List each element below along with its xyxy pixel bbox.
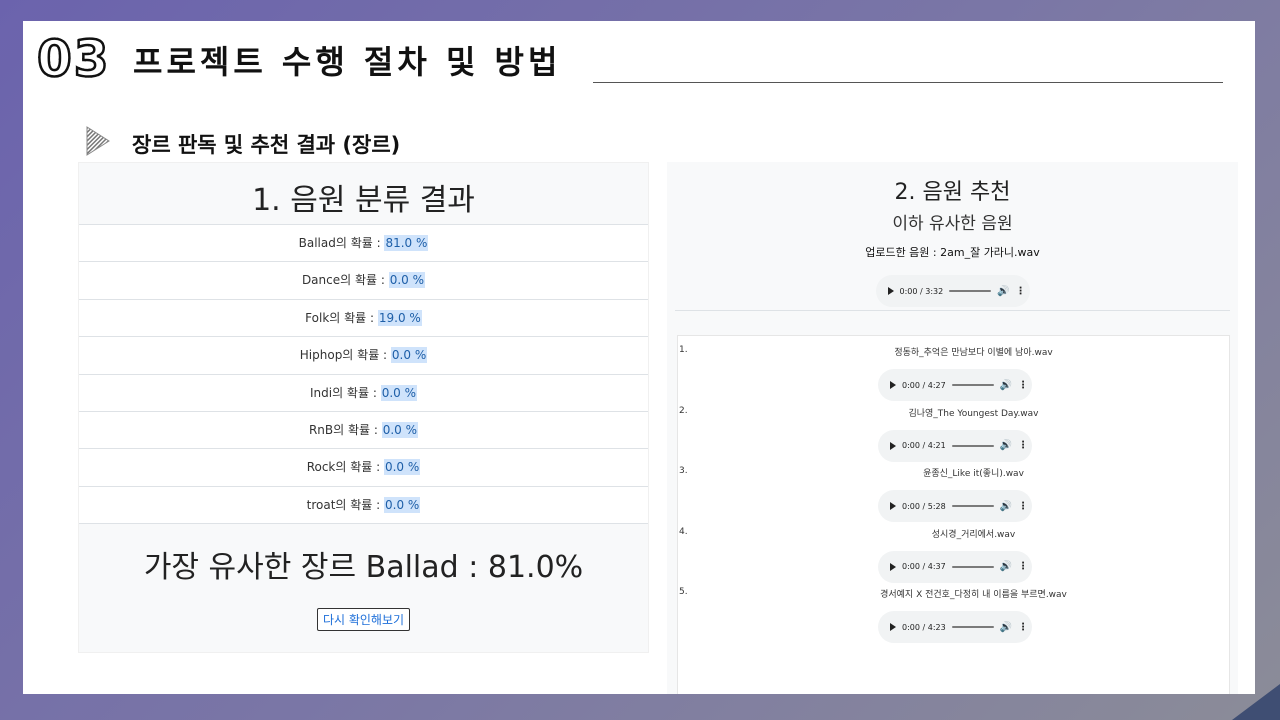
recommendation-panel: 2. 음원 추천 이하 유사한 음원 업로드한 음원 : 2am_잘 가라니.w… bbox=[667, 162, 1238, 694]
audio-time: 0:00 / 5:28 bbox=[902, 501, 946, 511]
recommendation-audio-player[interactable]: 0:00 / 4:27 🔊 ⋮ bbox=[878, 369, 1032, 401]
audio-progress-track[interactable] bbox=[951, 505, 994, 507]
more-options-icon[interactable]: ⋮ bbox=[1016, 286, 1026, 297]
probability-row: Ballad의 확률 : 81.0 % bbox=[79, 225, 648, 263]
probability-value: 81.0 % bbox=[384, 235, 429, 251]
audio-progress-track[interactable] bbox=[951, 384, 994, 386]
probability-row: RnB의 확률 : 0.0 % bbox=[79, 412, 648, 450]
more-options-icon[interactable]: ⋮ bbox=[1018, 561, 1028, 572]
recommendation-audio-player[interactable]: 0:00 / 4:21 🔊 ⋮ bbox=[878, 429, 1032, 462]
classification-header: 1. 음원 분류 결과 bbox=[79, 163, 648, 225]
probability-value: 0.0 % bbox=[390, 347, 428, 364]
recommendation-item: 1. 정동하_추억은 만남보다 이별에 남아.wav 0:00 / 4:27 🔊 ⋮ bbox=[678, 343, 1229, 404]
slide-number: 03 bbox=[36, 30, 111, 89]
audio-time: 0:00 / 4:37 bbox=[902, 562, 946, 571]
probability-label: Ballad의 확률 : bbox=[298, 236, 385, 250]
probability-row: Indi의 확률 : 0.0 % bbox=[79, 375, 648, 412]
volume-icon[interactable]: 🔊 bbox=[1000, 380, 1012, 391]
probability-label: Hiphop의 확률 : bbox=[299, 348, 391, 363]
probability-label: Dance의 확률 : bbox=[301, 273, 389, 288]
probability-row: troat의 확률 : 0.0 % bbox=[79, 487, 648, 525]
recommendation-subtitle: 이하 유사한 음원 bbox=[892, 214, 1013, 234]
recommendation-track-name: 경서예지 X 전건호_다정히 내 이름을 부르면.wav bbox=[880, 590, 1067, 600]
volume-icon[interactable]: 🔊 bbox=[1000, 440, 1012, 451]
play-icon[interactable] bbox=[887, 287, 894, 295]
section-divider bbox=[675, 310, 1230, 311]
recommendation-item: 5. 경서예지 X 전건호_다정히 내 이름을 부르면.wav 0:00 / 4:2… bbox=[678, 585, 1229, 646]
audio-progress-track[interactable] bbox=[951, 444, 994, 447]
probability-row: Rock의 확률 : 0.0 % bbox=[79, 449, 648, 487]
retry-button[interactable]: 다시 확인해보기 bbox=[316, 608, 411, 632]
slide-title: 프로젝트 수행 절차 및 방법 bbox=[133, 43, 562, 81]
recommendation-audio-player[interactable]: 0:00 / 4:37 🔊 ⋮ bbox=[878, 550, 1032, 583]
probability-value: 0.0 % bbox=[388, 272, 426, 289]
recommendation-item: 4. 성시경_거리에서.wav 0:00 / 4:37 🔊 ⋮ bbox=[678, 525, 1229, 586]
audio-time: 0:00 / 3:32 bbox=[899, 286, 944, 296]
audio-progress-track[interactable] bbox=[951, 565, 994, 568]
recommendation-track-name: 정동하_추억은 만남보다 이별에 남아.wav bbox=[894, 348, 1053, 358]
audio-time: 0:00 / 4:27 bbox=[902, 380, 946, 390]
probability-label: troat의 확률 : bbox=[306, 497, 385, 512]
recommendation-audio-player[interactable]: 0:00 / 5:28 🔊 ⋮ bbox=[878, 490, 1032, 522]
volume-icon[interactable]: 🔊 bbox=[997, 286, 1009, 297]
recommendation-number: 2. bbox=[679, 405, 688, 416]
recommendation-track-name: 윤종신_Like it(좋니).wav bbox=[923, 469, 1024, 479]
probability-value: 19.0 % bbox=[377, 309, 422, 326]
play-icon[interactable] bbox=[890, 562, 896, 571]
volume-icon[interactable]: 🔊 bbox=[1000, 622, 1012, 633]
recommendation-title: 2. 음원 추천 bbox=[894, 180, 1011, 205]
recommendation-item: 2. 김나영_The Youngest Day.wav 0:00 / 4:21 🔊 ⋮ bbox=[678, 404, 1229, 465]
recommendation-track-name: 성시경_거리에서.wav bbox=[931, 529, 1016, 540]
more-options-icon[interactable]: ⋮ bbox=[1018, 380, 1028, 391]
probability-list: Ballad의 확률 : 81.0 % Dance의 확률 : 0.0 % Folk… bbox=[79, 225, 648, 525]
more-options-icon[interactable]: ⋮ bbox=[1018, 622, 1028, 633]
recommendation-track-name: 김나영_The Youngest Day.wav bbox=[908, 408, 1039, 419]
volume-icon[interactable]: 🔊 bbox=[1000, 561, 1012, 572]
play-icon[interactable] bbox=[890, 623, 896, 631]
probability-value: 0.0 % bbox=[383, 459, 421, 476]
slide: 03 프로젝트 수행 절차 및 방법 장르 판독 및 추천 결과 (장르) 1.… bbox=[23, 21, 1255, 694]
uploaded-track-label: 업로드한 음원 : 2am_잘 가라니.wav bbox=[865, 246, 1040, 259]
recommendation-number: 4. bbox=[679, 526, 688, 537]
probability-value: 0.0 % bbox=[381, 421, 419, 438]
triangle-arrow-icon bbox=[86, 126, 110, 156]
probability-row: Folk의 확률 : 19.0 % bbox=[79, 300, 648, 338]
probability-label: RnB의 확률 : bbox=[308, 422, 382, 437]
recommendation-number: 5. bbox=[679, 587, 688, 597]
recommendation-number: 1. bbox=[679, 345, 688, 355]
probability-value: 0.0 % bbox=[384, 496, 421, 513]
more-options-icon[interactable]: ⋮ bbox=[1018, 440, 1028, 451]
audio-time: 0:00 / 4:23 bbox=[902, 622, 946, 632]
title-divider bbox=[593, 82, 1223, 83]
play-icon[interactable] bbox=[890, 381, 896, 389]
uploaded-audio-player[interactable]: 0:00 / 3:32 🔊 ⋮ bbox=[875, 275, 1030, 307]
volume-icon[interactable]: 🔊 bbox=[1000, 501, 1012, 512]
more-options-icon[interactable]: ⋮ bbox=[1018, 501, 1028, 512]
probability-row: Dance의 확률 : 0.0 % bbox=[79, 262, 648, 300]
play-icon[interactable] bbox=[890, 502, 896, 510]
recommendation-list: 1. 정동하_추억은 만남보다 이별에 남아.wav 0:00 / 4:27 🔊 ⋮ 2.… bbox=[677, 335, 1230, 694]
probability-label: Rock의 확률 : bbox=[306, 460, 384, 475]
recommendation-number: 3. bbox=[679, 466, 688, 476]
genre-summary: 가장 유사한 장르 Ballad : 81.0% bbox=[143, 550, 584, 586]
audio-progress-track[interactable] bbox=[951, 626, 994, 628]
audio-progress-track[interactable] bbox=[949, 290, 992, 292]
probability-label: Indi의 확률 : bbox=[309, 385, 381, 400]
recommendation-item: 3. 윤종신_Like it(좋니).wav 0:00 / 5:28 🔊 ⋮ bbox=[678, 464, 1229, 525]
section-title: 장르 판독 및 추천 결과 (장르) bbox=[132, 133, 401, 157]
classification-panel: 1. 음원 분류 결과 Ballad의 확률 : 81.0 % Dance의 확률… bbox=[78, 162, 649, 653]
probability-row: Hiphop의 확률 : 0.0 % bbox=[79, 337, 648, 375]
probability-value: 0.0 % bbox=[380, 384, 417, 401]
recommendation-audio-player[interactable]: 0:00 / 4:23 🔊 ⋮ bbox=[878, 611, 1032, 643]
audio-time: 0:00 / 4:21 bbox=[902, 441, 946, 450]
play-icon[interactable] bbox=[890, 441, 896, 450]
probability-label: Folk의 확률 : bbox=[305, 310, 378, 325]
